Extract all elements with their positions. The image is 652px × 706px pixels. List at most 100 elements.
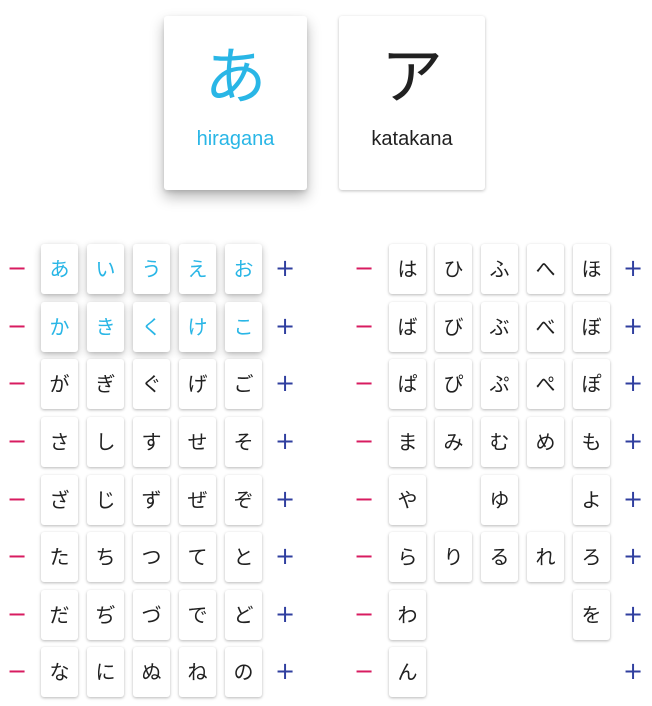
kana-cell[interactable]: る (481, 532, 518, 582)
kana-cell[interactable]: の (225, 647, 262, 697)
kana-cell[interactable]: づ (133, 590, 170, 640)
kana-cell[interactable]: で (179, 590, 216, 640)
hiragana-mode-card[interactable]: あ hiragana (164, 16, 307, 190)
kana-cell[interactable]: ぷ (481, 359, 518, 409)
left-row-6-add-button[interactable]: + (273, 532, 297, 582)
kana-cell[interactable]: た (41, 532, 78, 582)
right-row-2-add-button[interactable]: + (621, 302, 645, 352)
right-row-8-remove-button[interactable]: − (352, 647, 376, 697)
kana-cell[interactable]: が (41, 359, 78, 409)
kana-cell[interactable]: じ (87, 475, 124, 525)
kana-cell[interactable]: ほ (573, 244, 610, 294)
kana-cell[interactable]: め (527, 417, 564, 467)
kana-cell[interactable]: い (87, 244, 124, 294)
kana-cell[interactable]: ら (389, 532, 426, 582)
right-row-4-remove-button[interactable]: − (352, 417, 376, 467)
right-row-2-remove-button[interactable]: − (352, 302, 376, 352)
kana-cell[interactable]: わ (389, 590, 426, 640)
kana-cell[interactable]: う (133, 244, 170, 294)
kana-cell[interactable]: ぶ (481, 302, 518, 352)
right-row-5-add-button[interactable]: + (621, 475, 645, 525)
kana-cell[interactable]: ご (225, 359, 262, 409)
kana-cell[interactable]: ろ (573, 532, 610, 582)
kana-cell[interactable]: ざ (41, 475, 78, 525)
kana-cell[interactable]: と (225, 532, 262, 582)
kana-cell[interactable]: む (481, 417, 518, 467)
left-row-8-remove-button[interactable]: − (5, 647, 29, 697)
kana-cell[interactable]: ふ (481, 244, 518, 294)
right-row-4-add-button[interactable]: + (621, 417, 645, 467)
kana-cell[interactable]: ね (179, 647, 216, 697)
kana-cell[interactable]: ま (389, 417, 426, 467)
right-row-5-remove-button[interactable]: − (352, 475, 376, 525)
kana-cell[interactable]: ん (389, 647, 426, 697)
left-row-4-add-button[interactable]: + (273, 417, 297, 467)
left-row-2-remove-button[interactable]: − (5, 302, 29, 352)
right-row-1-add-button[interactable]: + (621, 244, 645, 294)
right-row-1-remove-button[interactable]: − (352, 244, 376, 294)
kana-cell[interactable]: え (179, 244, 216, 294)
kana-cell[interactable]: く (133, 302, 170, 352)
kana-cell[interactable]: は (389, 244, 426, 294)
kana-cell[interactable]: ひ (435, 244, 472, 294)
kana-cell[interactable]: せ (179, 417, 216, 467)
kana-cell[interactable]: す (133, 417, 170, 467)
left-row-2-add-button[interactable]: + (273, 302, 297, 352)
left-row-4-remove-button[interactable]: − (5, 417, 29, 467)
left-row-5-remove-button[interactable]: − (5, 475, 29, 525)
kana-cell[interactable]: ぎ (87, 359, 124, 409)
kana-cell[interactable]: ぐ (133, 359, 170, 409)
kana-cell[interactable]: ぢ (87, 590, 124, 640)
kana-cell[interactable]: に (87, 647, 124, 697)
right-row-3-remove-button[interactable]: − (352, 359, 376, 409)
kana-cell[interactable]: や (389, 475, 426, 525)
kana-cell[interactable]: へ (527, 244, 564, 294)
left-row-1-remove-button[interactable]: − (5, 244, 29, 294)
kana-cell[interactable]: り (435, 532, 472, 582)
kana-cell[interactable]: ぴ (435, 359, 472, 409)
kana-cell[interactable]: き (87, 302, 124, 352)
kana-cell[interactable]: み (435, 417, 472, 467)
kana-cell[interactable]: ぱ (389, 359, 426, 409)
kana-cell[interactable]: ぼ (573, 302, 610, 352)
kana-cell[interactable]: あ (41, 244, 78, 294)
right-row-7-add-button[interactable]: + (621, 590, 645, 640)
kana-cell[interactable]: ぬ (133, 647, 170, 697)
kana-cell[interactable]: し (87, 417, 124, 467)
kana-cell[interactable]: な (41, 647, 78, 697)
kana-cell[interactable]: ぞ (225, 475, 262, 525)
right-row-6-add-button[interactable]: + (621, 532, 645, 582)
right-row-8-add-button[interactable]: + (621, 647, 645, 697)
left-row-5-add-button[interactable]: + (273, 475, 297, 525)
left-row-7-remove-button[interactable]: − (5, 590, 29, 640)
kana-cell[interactable]: を (573, 590, 610, 640)
kana-cell[interactable]: べ (527, 302, 564, 352)
katakana-mode-card[interactable]: ア katakana (339, 16, 485, 190)
kana-cell[interactable]: お (225, 244, 262, 294)
kana-cell[interactable]: ぜ (179, 475, 216, 525)
kana-cell[interactable]: ゆ (481, 475, 518, 525)
right-row-3-add-button[interactable]: + (621, 359, 645, 409)
kana-cell[interactable]: ぺ (527, 359, 564, 409)
left-row-6-remove-button[interactable]: − (5, 532, 29, 582)
kana-cell[interactable]: ど (225, 590, 262, 640)
kana-cell[interactable]: げ (179, 359, 216, 409)
left-row-7-add-button[interactable]: + (273, 590, 297, 640)
kana-cell[interactable]: け (179, 302, 216, 352)
right-row-6-remove-button[interactable]: − (352, 532, 376, 582)
kana-cell[interactable]: び (435, 302, 472, 352)
kana-cell[interactable]: そ (225, 417, 262, 467)
kana-cell[interactable]: だ (41, 590, 78, 640)
kana-cell[interactable]: れ (527, 532, 564, 582)
kana-cell[interactable]: ず (133, 475, 170, 525)
left-row-3-remove-button[interactable]: − (5, 359, 29, 409)
kana-cell[interactable]: ぽ (573, 359, 610, 409)
right-row-7-remove-button[interactable]: − (352, 590, 376, 640)
kana-cell[interactable]: つ (133, 532, 170, 582)
left-row-3-add-button[interactable]: + (273, 359, 297, 409)
kana-cell[interactable]: か (41, 302, 78, 352)
kana-cell[interactable]: も (573, 417, 610, 467)
kana-cell[interactable]: ば (389, 302, 426, 352)
kana-cell[interactable]: て (179, 532, 216, 582)
left-row-8-add-button[interactable]: + (273, 647, 297, 697)
